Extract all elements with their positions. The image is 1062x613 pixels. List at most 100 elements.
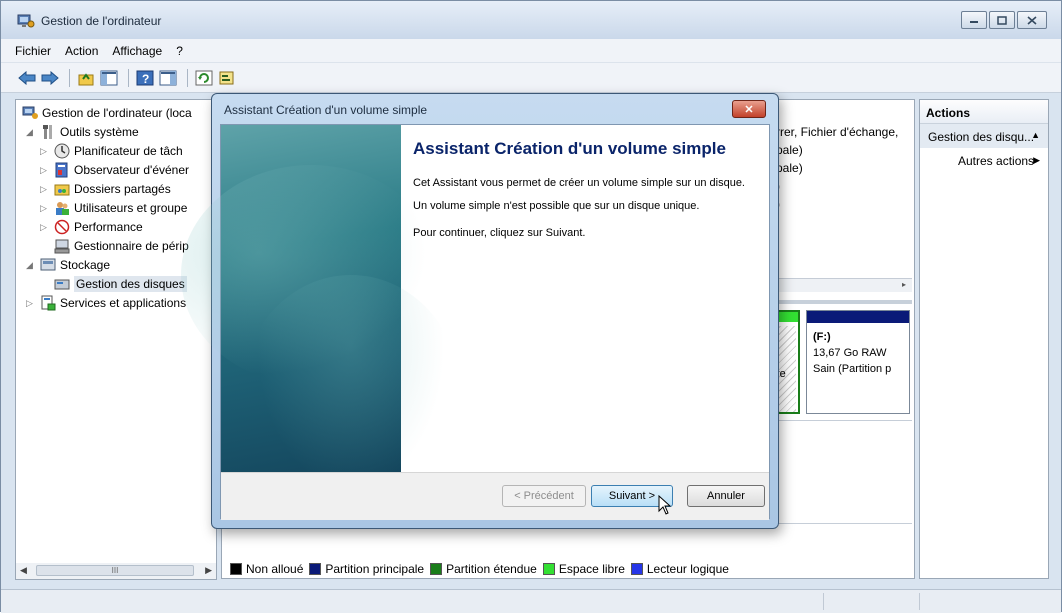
tree-label: Services et applications [60,296,187,310]
collapse-up-icon[interactable]: ▲ [1031,130,1040,140]
wizard-content: Assistant Création d'un volume simple Ce… [413,139,753,250]
tree-outils-systeme[interactable]: ◢ Outils système [26,123,139,141]
expand-arrow-icon[interactable]: ▷ [26,298,36,309]
users-icon [54,200,70,216]
toolbar-separator [187,68,188,87]
actions-item-label: Autres actions [958,154,1035,168]
menu-bar: Fichier Action Affichage ? [1,39,1061,63]
show-action-pane-icon[interactable] [158,68,178,88]
expand-arrow-icon[interactable]: ▷ [40,165,50,176]
legend-swatch [630,563,643,575]
cancel-button[interactable]: Annuler [687,485,765,507]
minimize-button[interactable] [961,11,987,29]
tree-planificateur[interactable]: ▷ Planificateur de tâch [40,142,183,160]
drive-status: Sain (Partition p [813,363,892,375]
new-simple-volume-wizard: Assistant Création d'un volume simple ✕ … [181,93,779,529]
pane-splitter[interactable] [776,300,912,304]
expand-arrow-icon[interactable]: ▷ [40,146,50,157]
back-arrow-icon[interactable] [17,68,37,88]
tree-gestion-disques[interactable]: Gestion des disques [54,275,187,293]
status-segment [919,593,920,610]
wizard-footer: < Précédent Suivant > Annuler [221,472,769,520]
no-entry-icon [54,219,70,235]
tree-horizontal-scrollbar[interactable]: ◀ III ▶ [15,563,217,580]
tree-label: Planificateur de tâch [74,144,183,158]
submenu-arrow-icon: ▶ [1033,155,1040,165]
scroll-right-arrow-icon[interactable]: ▸ [902,280,906,289]
close-button[interactable] [1017,11,1047,29]
computer-management-icon [17,13,35,29]
previous-button[interactable]: < Précédent [502,485,586,507]
drive-size: 13,67 Go RAW [813,347,887,359]
clock-icon [54,143,70,159]
properties-icon[interactable] [217,68,237,88]
status-bar [1,589,1061,613]
show-hide-tree-icon[interactable] [99,68,119,88]
wizard-heading: Assistant Création d'un volume simple [413,139,726,158]
actions-more-actions[interactable]: Autres actions ▶ [920,148,1048,172]
tree-label: Stockage [60,258,111,272]
scrollbar-grip: III [111,566,119,575]
legend-swatch [542,563,555,575]
storage-icon [40,257,56,273]
forward-arrow-icon[interactable] [40,68,60,88]
refresh-icon[interactable] [194,68,214,88]
partition-legend: Non alloué Partition principale Partitio… [230,562,735,576]
wizard-note: Un volume simple n'est possible que sur … [413,200,700,212]
disk-management-icon [54,276,70,292]
dialog-title: Assistant Création d'un volume simple [224,103,428,117]
maximize-button[interactable] [989,11,1015,29]
expand-arrow-icon[interactable]: ▷ [40,222,50,233]
logical-drive-f-block[interactable]: (F:) 13,67 Go RAW Sain (Partition p [806,310,910,414]
scroll-left-arrow-icon[interactable]: ◀ [20,565,27,576]
actions-section-disk-management[interactable]: Gestion des disqu... ▲ [920,124,1048,148]
collapse-arrow-icon[interactable]: ◢ [26,127,36,138]
tree-observateur[interactable]: ▷ Observateur d'événer [40,161,189,179]
tree-utilisateurs[interactable]: ▷ Utilisateurs et groupe [40,199,187,217]
toolbar-separator [69,68,70,87]
tree-label: Gestion des disques [74,276,187,292]
actions-pane: Actions Gestion des disqu... ▲ Autres ac… [919,99,1049,579]
wizard-instruction: Pour continuer, cliquez sur Suivant. [413,227,586,239]
actions-header: Actions [920,100,1048,124]
tree-label: Gestionnaire de périp [74,239,189,253]
svg-text:?: ? [142,72,149,86]
event-viewer-icon [54,162,70,178]
tree-label: Gestion de l'ordinateur (loca [42,106,192,120]
expand-arrow-icon[interactable]: ▷ [40,184,50,195]
collapse-arrow-icon[interactable]: ◢ [26,260,36,271]
tree-label: Dossiers partagés [74,182,171,196]
tree-dossiers[interactable]: ▷ Dossiers partagés [40,180,171,198]
wizard-side-banner [181,125,461,515]
menu-help[interactable]: ? [176,44,183,58]
device-manager-icon [54,238,70,254]
toolbar: ? [1,63,1061,93]
help-icon[interactable]: ? [135,68,155,88]
tree-stockage[interactable]: ◢ Stockage [26,256,110,274]
window-controls [959,11,1047,29]
dialog-body: Assistant Création d'un volume simple Ce… [181,124,770,520]
tree-services[interactable]: ▷ Services et applications [26,294,186,312]
mouse-pointer-icon [658,494,672,518]
computer-management-window: Gestion de l'ordinateur Fichier Action A… [0,0,1062,613]
scroll-right-arrow-icon[interactable]: ▶ [205,565,212,576]
services-icon [40,295,56,311]
tree-performance[interactable]: ▷ Performance [40,218,143,236]
tree-root[interactable]: Gestion de l'ordinateur (loca [22,104,192,122]
volume-list-text: pale) [776,161,803,175]
tree-gestionnaire[interactable]: Gestionnaire de périp [54,237,189,255]
volume-list-scrollbar[interactable]: ▸ [776,278,912,292]
wizard-description: Cet Assistant vous permet de créer un vo… [413,177,745,189]
menu-affichage[interactable]: Affichage [112,44,162,58]
legend-label: Partition étendue [446,562,537,576]
legend-swatch [309,563,322,575]
scrollbar-thumb[interactable]: III [36,565,194,576]
shared-folder-icon [54,181,70,197]
up-folder-icon[interactable] [76,68,96,88]
dialog-close-button[interactable]: ✕ [732,100,766,118]
title-bar: Gestion de l'ordinateur [1,1,1061,39]
menu-fichier[interactable]: Fichier [15,44,51,58]
expand-arrow-icon[interactable]: ▷ [40,203,50,214]
drive-label: (F:) [813,331,831,343]
menu-action[interactable]: Action [65,44,98,58]
